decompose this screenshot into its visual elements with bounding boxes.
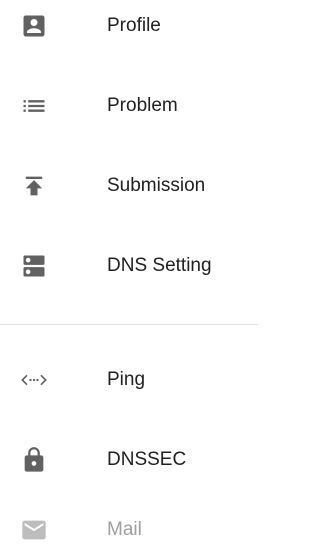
nav-item-label: DNSSEC — [107, 449, 187, 470]
nav-item-label: DNS Setting — [107, 255, 212, 276]
nav-item-ping[interactable]: Ping — [0, 360, 258, 400]
code-dots-icon — [20, 366, 48, 394]
publish-icon — [20, 172, 48, 200]
dns-icon — [20, 252, 48, 280]
account-box-icon — [20, 12, 48, 40]
lock-icon — [20, 446, 48, 474]
navigation-drawer: Profile Problem Submission DNS Setting P… — [0, 0, 258, 553]
nav-item-dnssec[interactable]: DNSSEC — [0, 440, 258, 480]
mail-icon — [20, 516, 48, 544]
nav-item-label: Mail — [107, 519, 142, 540]
nav-item-problem[interactable]: Problem — [0, 86, 258, 126]
list-icon — [20, 92, 48, 120]
nav-item-profile[interactable]: Profile — [0, 6, 258, 46]
nav-item-mail[interactable]: Mail — [0, 510, 258, 550]
nav-item-submission[interactable]: Submission — [0, 166, 258, 206]
nav-item-label: Submission — [107, 175, 206, 196]
nav-item-label: Ping — [107, 369, 146, 390]
nav-item-label: Profile — [107, 15, 161, 36]
nav-item-label: Problem — [107, 95, 178, 116]
nav-item-dns-setting[interactable]: DNS Setting — [0, 246, 258, 286]
nav-divider — [0, 324, 258, 325]
